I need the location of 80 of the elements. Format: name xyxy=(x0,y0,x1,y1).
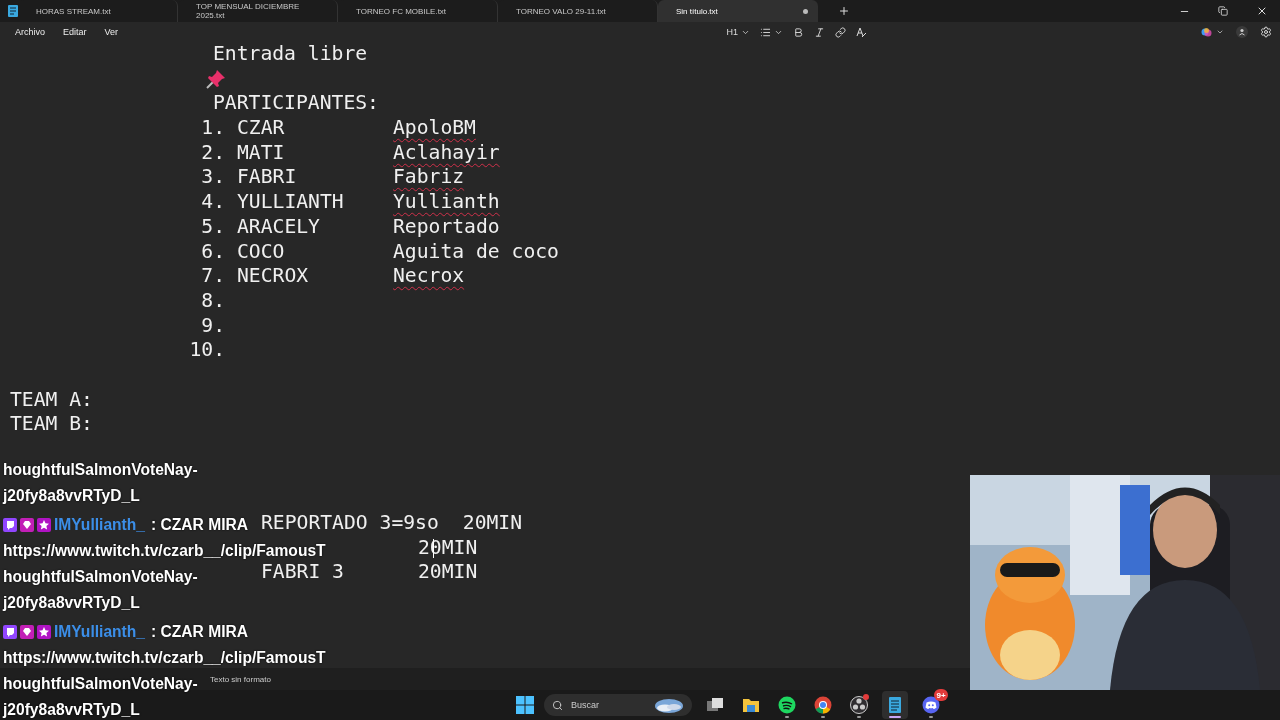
chat-message: houghtfulSalmonVoteNay- xyxy=(3,674,198,694)
chat-message: houghtfulSalmonVoteNay- xyxy=(3,567,198,587)
chat-message: https://www.twitch.tv/czarb__/clip/FamousT xyxy=(3,541,326,561)
menu-item[interactable]: Archivo xyxy=(8,27,52,37)
chat-message: j20fy8a8vvRTyD_L xyxy=(3,486,140,506)
notepad-taskbar-icon[interactable] xyxy=(882,691,908,719)
diamond-badge-icon xyxy=(20,625,34,639)
heading-text: Entrada libre xyxy=(213,42,368,67)
restore-button[interactable] xyxy=(1218,5,1228,17)
notepad-app-icon xyxy=(8,5,18,17)
participant-name: COCO xyxy=(237,239,285,263)
file-tab[interactable]: Sin título.txt xyxy=(658,0,818,22)
participant-name: NECROX xyxy=(237,264,309,288)
player-nick: Aclahayir xyxy=(393,140,500,166)
plus-icon xyxy=(838,5,850,17)
list-number: 3. xyxy=(200,165,225,191)
chat-message: j20fy8a8vvRTyD_L xyxy=(3,593,140,613)
list-icon xyxy=(760,26,771,38)
twitch-badge-icon xyxy=(3,518,17,532)
score-time: 20MIN xyxy=(462,511,523,536)
team-label: TEAM A: xyxy=(10,387,93,413)
list-number: 10. xyxy=(189,338,225,363)
list-number: 9. xyxy=(200,313,225,339)
copilot-button[interactable] xyxy=(1201,26,1224,38)
menu-item[interactable]: Ver xyxy=(97,27,126,37)
search-field[interactable]: Buscar xyxy=(544,694,692,716)
team-label: TEAM B: xyxy=(10,412,93,437)
pushpin-icon xyxy=(205,68,227,91)
participant-name: MATI xyxy=(237,140,285,164)
heading-dropdown[interactable]: H1 xyxy=(726,27,750,37)
chat-message: https://www.twitch.tv/czarb__/clip/FamousT xyxy=(3,648,326,668)
caret-icon xyxy=(1216,28,1224,36)
weather-cloud-icon xyxy=(654,697,684,713)
chat-message: : CZAR MIRA xyxy=(151,515,248,535)
chat-message: j20fy8a8vvRTyD_L xyxy=(3,700,140,720)
new-tab-button[interactable] xyxy=(838,5,850,17)
restore-icon xyxy=(1218,6,1228,16)
list-number: 5. xyxy=(200,214,225,240)
list-number: 7. xyxy=(200,264,225,289)
chat-username: IMYullianth_ xyxy=(54,622,145,642)
list-number: 2. xyxy=(200,140,225,166)
list-number: 6. xyxy=(200,239,225,265)
menu-item[interactable]: Editar xyxy=(56,27,94,37)
settings-icon[interactable] xyxy=(1260,26,1272,38)
score-name: FABRI 3 xyxy=(261,560,344,584)
link-button[interactable] xyxy=(835,26,846,38)
participant-name: ARACELY xyxy=(237,214,320,238)
list-number: 1. xyxy=(200,116,225,141)
chat-message: houghtfulSalmonVoteNay- xyxy=(3,460,198,480)
heading-text: PARTICIPANTES: xyxy=(213,91,379,117)
star-badge-icon xyxy=(37,625,51,639)
diamond-badge-icon xyxy=(20,518,34,532)
format-status: Texto sin formato xyxy=(210,674,271,684)
score-time: 20MIN xyxy=(418,560,478,586)
participant-name: CZAR xyxy=(237,116,285,140)
list-dropdown[interactable] xyxy=(760,26,783,38)
start-icon[interactable] xyxy=(516,696,534,714)
account-icon[interactable] xyxy=(1236,26,1248,38)
clear-format-button[interactable] xyxy=(856,26,867,38)
participant-name: YULLIANTH xyxy=(237,190,344,214)
chat-username: IMYullianth_ xyxy=(54,515,145,535)
score-name: REPORTADO 3=9so xyxy=(261,511,439,535)
participant-name: FABRI xyxy=(237,165,297,189)
search-icon xyxy=(552,699,563,711)
player-nick: Yullianth xyxy=(393,190,500,215)
italic-button[interactable] xyxy=(814,26,825,38)
player-nick: Fabriz xyxy=(393,165,465,191)
close-button[interactable] xyxy=(1256,5,1268,17)
player-nick: Necrox xyxy=(393,264,465,289)
star-badge-icon xyxy=(37,518,51,532)
list-number: 8. xyxy=(200,288,225,314)
list-number: 4. xyxy=(200,190,225,215)
chat-message: : CZAR MIRA xyxy=(151,622,248,642)
twitch-badge-icon xyxy=(3,625,17,639)
player-nick: ApoloBM xyxy=(393,116,476,141)
bold-button[interactable] xyxy=(793,26,804,38)
notification-count: 9+ xyxy=(934,689,948,701)
player-nick: Reportado xyxy=(393,214,500,240)
close-icon xyxy=(1256,5,1268,17)
player-nick: Aguita de coco xyxy=(393,239,559,265)
